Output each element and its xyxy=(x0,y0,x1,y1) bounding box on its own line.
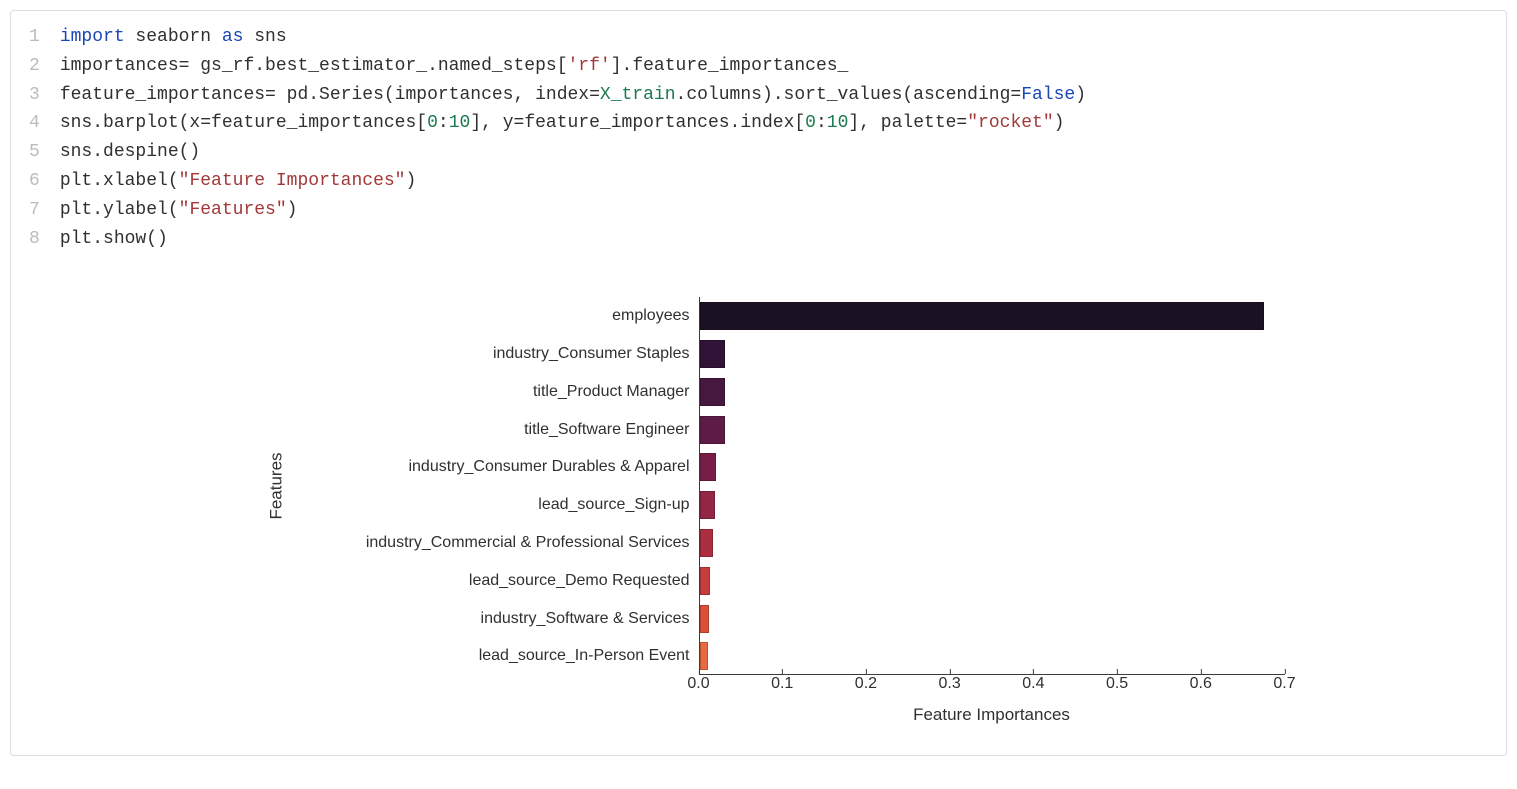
code-line: plt.show() xyxy=(60,225,1086,254)
chart-ylabel-text: Features xyxy=(267,453,287,520)
code-line: sns.despine() xyxy=(60,138,1086,167)
bar-fill xyxy=(700,605,709,633)
bar-category-label: lead_source_Demo Requested xyxy=(469,572,690,590)
chart-xtick: 0.4 xyxy=(1022,675,1044,693)
chart-xtick: 0.5 xyxy=(1106,675,1128,693)
code-line: importances= gs_rf.best_estimator_.named… xyxy=(60,52,1086,81)
bar-fill xyxy=(700,340,725,368)
chart-plot-area: employeesindustry_Consumer Staplestitle_… xyxy=(699,297,1285,675)
bar-category-label: industry_Consumer Durables & Apparel xyxy=(408,458,689,476)
code-line: sns.barplot(x=feature_importances[0:10],… xyxy=(60,109,1086,138)
bar-row: industry_Software & Services xyxy=(700,600,1285,638)
chart-xtick: 0.3 xyxy=(939,675,961,693)
line-number: 6 xyxy=(29,167,40,196)
bar-category-label: lead_source_In-Person Event xyxy=(479,647,690,665)
bar-row: lead_source_Demo Requested xyxy=(700,562,1285,600)
chart-xtick: 0.1 xyxy=(771,675,793,693)
bar-fill xyxy=(700,642,708,670)
bar-fill xyxy=(700,416,725,444)
bar-category-label: employees xyxy=(612,307,689,325)
code-line: import seaborn as sns xyxy=(60,23,1086,52)
line-number: 3 xyxy=(29,81,40,110)
bar-category-label: industry_Consumer Staples xyxy=(493,345,690,363)
line-number-gutter: 12345678 xyxy=(29,23,60,253)
bar-row: title_Software Engineer xyxy=(700,411,1285,449)
feature-importance-chart: Features employees industry_Consumer Stap… xyxy=(239,277,1279,737)
line-number: 4 xyxy=(29,109,40,138)
chart-xticks: 0.00.10.20.30.40.50.60.7 xyxy=(699,675,1285,705)
bar-row: lead_source_Sign-up xyxy=(700,486,1285,524)
bar-category-label: title_Software Engineer xyxy=(524,421,689,439)
bar-fill xyxy=(700,453,717,481)
bar-fill xyxy=(700,491,715,519)
bar-row: employees xyxy=(700,297,1285,335)
line-number: 2 xyxy=(29,52,40,81)
bar-fill xyxy=(700,567,710,595)
line-number: 8 xyxy=(29,225,40,254)
bar-fill xyxy=(700,378,725,406)
chart-xtick: 0.2 xyxy=(855,675,877,693)
bar-row: lead_source_In-Person Event xyxy=(700,638,1285,676)
code-lines: import seaborn as snsimportances= gs_rf.… xyxy=(60,23,1086,253)
code-line: plt.ylabel("Features") xyxy=(60,196,1086,225)
bar-row: industry_Commercial & Professional Servi… xyxy=(700,524,1285,562)
code-line: feature_importances= pd.Series(importanc… xyxy=(60,81,1086,110)
bar-row: title_Product Manager xyxy=(700,373,1285,411)
bar-category-label: title_Product Manager xyxy=(533,383,690,401)
bar-fill xyxy=(700,302,1264,330)
bar-category-label: industry_Commercial & Professional Servi… xyxy=(366,534,690,552)
bar-category-label: industry_Software & Services xyxy=(481,610,690,628)
output-area: Features employeesindustry_Consumer Stap… xyxy=(11,265,1506,755)
chart-xlabel: Feature Importances xyxy=(699,705,1285,725)
notebook-cell: 12345678 import seaborn as snsimportance… xyxy=(10,10,1507,756)
chart-xtick: 0.6 xyxy=(1190,675,1212,693)
bar-fill xyxy=(700,529,713,557)
line-number: 1 xyxy=(29,23,40,52)
line-number: 5 xyxy=(29,138,40,167)
chart-xtick: 0.7 xyxy=(1273,675,1295,693)
line-number: 7 xyxy=(29,196,40,225)
code-line: plt.xlabel("Feature Importances") xyxy=(60,167,1086,196)
bar-row: industry_Consumer Staples xyxy=(700,335,1285,373)
code-input-area[interactable]: 12345678 import seaborn as snsimportance… xyxy=(11,11,1506,265)
bar-category-label: lead_source_Sign-up xyxy=(538,496,689,514)
chart-xtick: 0.0 xyxy=(687,675,709,693)
bar-row: industry_Consumer Durables & Apparel xyxy=(700,449,1285,487)
chart-ylabel: Features xyxy=(267,297,287,675)
